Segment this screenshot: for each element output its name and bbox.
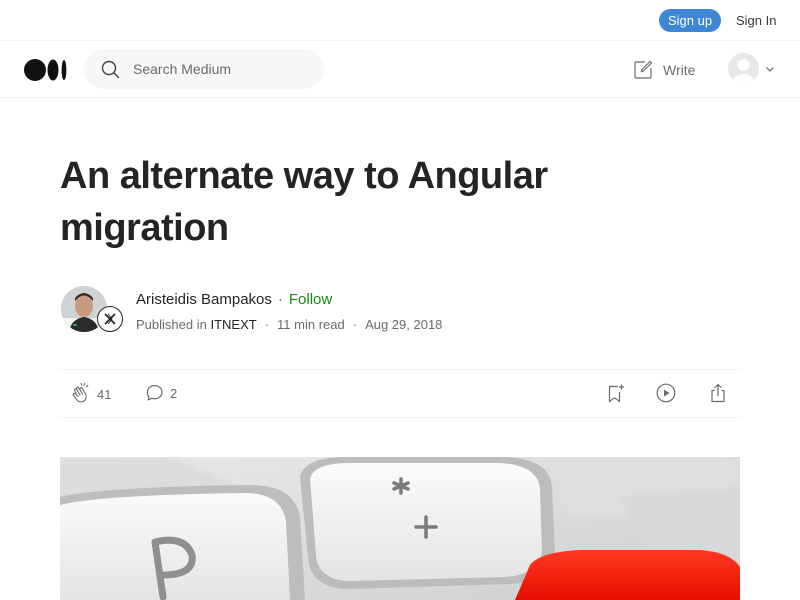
separator: · <box>277 291 283 308</box>
author-line: Aristeidis Bampakos · Follow <box>136 291 332 308</box>
read-time: 11 min read <box>277 317 345 332</box>
article-action-bar: 41 2 <box>60 369 740 418</box>
author-name[interactable]: Aristeidis Bampakos <box>136 291 272 308</box>
clap-button[interactable]: 41 <box>69 382 111 406</box>
bookmark-add-icon <box>608 384 624 403</box>
play-icon <box>656 383 676 403</box>
search-input[interactable] <box>131 60 315 78</box>
listen-button[interactable] <box>655 382 677 404</box>
publish-date: Aug 29, 2018 <box>365 317 443 332</box>
user-menu-button[interactable] <box>728 53 777 84</box>
publication-logo-icon[interactable] <box>97 306 123 332</box>
publication-link[interactable]: ITNEXT <box>210 317 256 332</box>
follow-button[interactable]: Follow <box>289 291 332 308</box>
default-avatar-icon <box>732 59 755 84</box>
chevron-down-icon <box>766 66 774 72</box>
sign-up-button[interactable]: Sign up <box>659 9 721 32</box>
separator: · <box>352 317 358 332</box>
comment-icon <box>146 385 163 401</box>
write-button[interactable]: Write <box>632 59 695 81</box>
response-count: 2 <box>170 385 178 401</box>
medium-logo-icon[interactable] <box>24 59 69 86</box>
search-icon <box>101 60 120 79</box>
article-title: An alternate way to Angular migration <box>60 155 548 249</box>
nav-bar: Write <box>0 41 800 98</box>
separator: · <box>264 317 270 332</box>
clap-icon <box>72 382 89 403</box>
clap-count: 41 <box>97 386 112 402</box>
search-bar[interactable] <box>84 49 324 89</box>
share-button[interactable] <box>707 382 729 404</box>
top-bar: Sign up Sign In <box>0 0 800 41</box>
save-button[interactable] <box>604 382 626 404</box>
avatar <box>728 53 759 84</box>
responses-button[interactable]: 2 <box>144 382 177 404</box>
write-label: Write <box>663 62 696 78</box>
article-meta: Published in ITNEXT · 11 min read · Aug 29, … <box>136 317 442 332</box>
write-icon <box>634 60 653 79</box>
sign-in-link[interactable]: Sign In <box>736 13 776 28</box>
published-in-label: Published in <box>136 317 207 332</box>
article-hero-image <box>60 457 740 600</box>
share-icon <box>711 383 725 403</box>
